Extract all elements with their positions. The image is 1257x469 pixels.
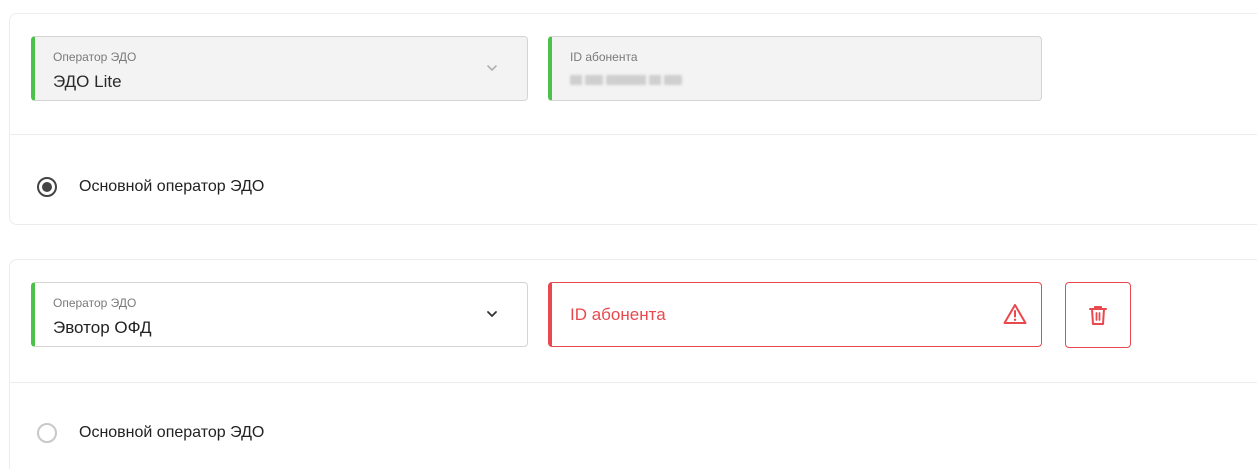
operator-value: ЭДО Lite — [53, 72, 122, 91]
fields-row: Оператор ЭДО Эвотор ОФД ID абонента — [10, 260, 1257, 383]
main-operator-radio[interactable] — [37, 177, 57, 197]
main-operator-option[interactable]: Основной оператор ЭДО — [37, 177, 264, 197]
edo-operator-card-1: Оператор ЭДО ЭДО Lite ID абонента Основн… — [9, 13, 1257, 225]
chevron-down-icon — [487, 311, 497, 317]
subscriber-id-input[interactable]: ID абонента — [548, 282, 1042, 347]
subscriber-id-label: ID абонента — [570, 50, 638, 64]
operator-label: Оператор ЭДО — [53, 50, 137, 64]
main-operator-option[interactable]: Основной оператор ЭДО — [37, 423, 264, 443]
operator-value: Эвотор ОФД — [53, 318, 152, 337]
operator-label: Оператор ЭДО — [53, 296, 137, 310]
subscriber-id-placeholder: ID абонента — [570, 305, 666, 324]
main-operator-label: Основной оператор ЭДО — [79, 424, 265, 441]
main-operator-label: Основной оператор ЭДО — [79, 178, 265, 195]
trash-icon — [1089, 306, 1107, 325]
delete-entry-button[interactable] — [1065, 282, 1131, 348]
chevron-down-icon — [487, 65, 497, 71]
main-operator-radio[interactable] — [37, 423, 57, 443]
fields-row: Оператор ЭДО ЭДО Lite ID абонента — [10, 14, 1257, 135]
subscriber-id-masked-value — [570, 75, 710, 85]
operator-select[interactable]: Оператор ЭДО Эвотор ОФД — [31, 282, 528, 347]
subscriber-id-field[interactable]: ID абонента — [548, 36, 1042, 101]
warning-icon — [1003, 304, 1027, 324]
edo-operator-card-2: Оператор ЭДО Эвотор ОФД ID абонента Осно… — [9, 259, 1257, 469]
operator-select[interactable]: Оператор ЭДО ЭДО Lite — [31, 36, 528, 101]
